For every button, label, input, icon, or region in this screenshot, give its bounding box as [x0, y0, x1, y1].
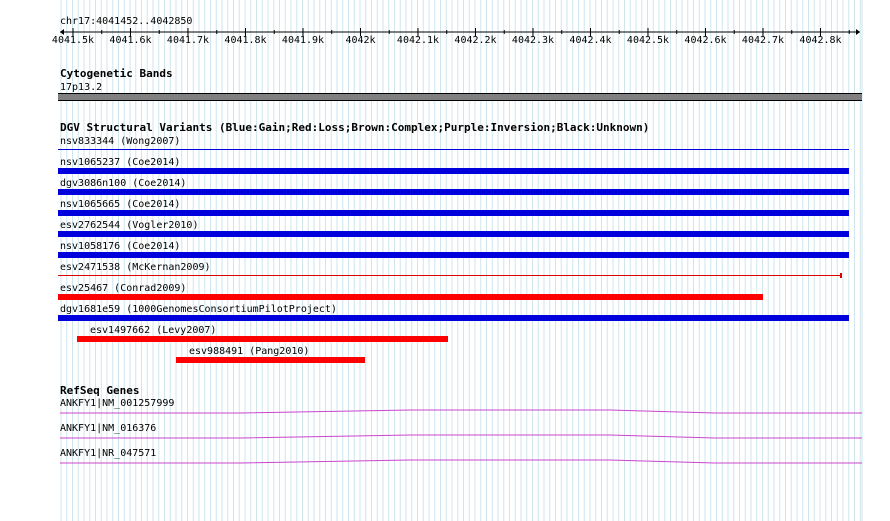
ruler-tick-label: 4042.6k — [684, 35, 727, 46]
dgv-feature-bar-gain[interactable] — [58, 168, 850, 174]
ruler-tick-label: 4042.2k — [454, 35, 497, 46]
dgv-feature-label[interactable]: esv25467 (Conrad2009) — [60, 283, 186, 294]
dgv-feature-bar-loss[interactable] — [175, 357, 365, 363]
genome-browser-view[interactable]: chr17:4041452..4042850 4041.5k 4041.6k 404… — [0, 0, 890, 521]
dgv-feature-label[interactable]: nsv1065665 (Coe2014) — [60, 199, 180, 210]
ruler-tick-label: 4042.7k — [741, 35, 785, 46]
refseq-gene-model[interactable] — [0, 407, 890, 419]
dgv-feature-label[interactable]: esv2762544 (Vogler2010) — [60, 220, 198, 231]
cytoband-bar[interactable] — [58, 93, 862, 101]
refseq-gene-line — [60, 434, 862, 439]
dgv-feature-label[interactable]: dgv3086n100 (Coe2014) — [60, 178, 186, 189]
ruler-tick-label: 4041.8k — [224, 35, 267, 46]
ruler-tick-label: 4041.7k — [166, 35, 210, 46]
ruler-tick-label: 4042.1k — [396, 35, 440, 46]
ruler-tick-label: 4042.3k — [511, 35, 555, 46]
dgv-feature-endcap — [839, 273, 842, 278]
dgv-feature-bar-gain[interactable] — [58, 189, 850, 195]
dgv-feature-bar-gain[interactable] — [58, 252, 850, 258]
refseq-gene-line — [60, 459, 862, 464]
ruler-tick-label: 4042k — [345, 35, 376, 46]
dgv-feature-bar-loss[interactable] — [58, 275, 841, 276]
ruler-arrow-right — [856, 29, 860, 35]
dgv-feature-label[interactable]: nsv1058176 (Coe2014) — [60, 241, 180, 252]
cytoband-label: 17p13.2 — [60, 82, 103, 93]
ruler-tick-label: 4041.6k — [109, 35, 152, 46]
refseq-gene-model[interactable] — [0, 457, 890, 469]
dgv-feature-label[interactable]: esv1497662 (Levy2007) — [90, 325, 216, 336]
dgv-feature-label[interactable]: dgv1681e59 (1000GenomesConsortiumPilotPr… — [60, 304, 337, 315]
cytoband-track-title: Cytogenetic Bands — [60, 67, 173, 80]
ruler-tick-label: 4041.5k — [51, 35, 95, 46]
dgv-feature-bar-loss[interactable] — [77, 336, 448, 342]
ruler-tick-label: 4042.8k — [799, 35, 842, 46]
ruler-tick-label: 4041.9k — [281, 35, 325, 46]
dgv-track-title: DGV Structural Variants (Blue:Gain;Red:L… — [60, 121, 650, 134]
dgv-feature-bar-gain[interactable] — [58, 149, 850, 150]
dgv-feature-label[interactable]: nsv833344 (Wong2007) — [60, 136, 180, 147]
dgv-feature-label[interactable]: esv988491 (Pang2010) — [189, 346, 309, 357]
dgv-feature-bar-loss[interactable] — [58, 294, 763, 300]
refseq-gene-model[interactable] — [0, 432, 890, 444]
ruler-tick-label: 4042.4k — [569, 35, 612, 46]
dgv-feature-label[interactable]: nsv1065237 (Coe2014) — [60, 157, 180, 168]
dgv-feature-label[interactable]: esv2471538 (McKernan2009) — [60, 262, 211, 273]
ruler-tick-label: 4042.5k — [626, 35, 670, 46]
refseq-track-title: RefSeq Genes — [60, 384, 140, 397]
refseq-gene-line — [60, 409, 862, 414]
dgv-feature-bar-gain[interactable] — [58, 315, 850, 321]
dgv-feature-bar-gain[interactable] — [58, 231, 850, 237]
dgv-feature-bar-gain[interactable] — [58, 210, 850, 216]
